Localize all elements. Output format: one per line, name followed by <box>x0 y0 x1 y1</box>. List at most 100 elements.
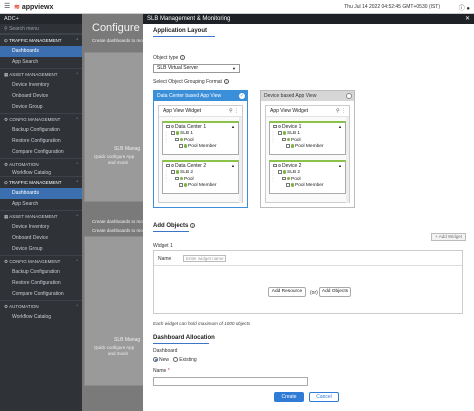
checkbox <box>278 170 282 174</box>
widget-preview-header: App View Widget ⚲ ⋮ <box>266 106 349 117</box>
status-dot <box>179 137 183 142</box>
widget-preview-header: App View Widget ⚲ ⋮ <box>159 106 242 117</box>
tree: SLB 2 Pool Pool Member <box>163 170 238 190</box>
section-dashboard-allocation: Dashboard Allocation <box>153 335 215 341</box>
scrollbar <box>346 117 349 203</box>
tree-node-label: SLB 2 <box>287 170 301 176</box>
sidebar-item-restore-config[interactable]: Restore Configuration <box>0 136 82 147</box>
sidebar-item-onboard-device[interactable]: Onboard Device <box>0 91 82 102</box>
group-header: Data Center 1 ▲ <box>163 123 238 131</box>
info-icon[interactable]: i <box>223 79 229 85</box>
top-bar: ☰ ≋ appviewx Thu Jul 14 2022 04:52:45 GM… <box>0 0 474 14</box>
sidebar-item-device-group-dup[interactable]: Device Group <box>0 244 82 255</box>
dashboard-radio-group: New Existing <box>153 357 197 363</box>
user-icon[interactable]: ● <box>466 6 470 12</box>
object-type-select[interactable]: SLB Virtual Server ▼ <box>153 64 240 73</box>
status-dot <box>175 131 179 135</box>
page-subtitle: Create dashboards to mo <box>92 38 143 43</box>
grouping-format-label: Select Object Grouping Format i <box>153 79 229 85</box>
section-label: AUTOMATION <box>9 304 39 309</box>
data-center-view-option[interactable]: Data Center based App View ✓ App View Wi… <box>153 90 248 208</box>
add-objects-button[interactable]: Add Objects <box>319 287 351 297</box>
sidebar-section-config-dup[interactable]: ⚙ CONFIG MANAGEMENT ˆ <box>0 255 82 267</box>
sidebar-item-workflow-catalog-dup[interactable]: Workflow Catalog <box>0 312 82 323</box>
status-dot <box>290 144 294 148</box>
card-title: SLB Manag <box>114 146 141 152</box>
sidebar-item-app-search[interactable]: App Search <box>0 57 82 68</box>
close-icon[interactable]: ✕ <box>465 14 470 24</box>
info-icon[interactable]: i <box>190 223 196 228</box>
radio-existing-label: Existing <box>179 357 197 363</box>
sidebar-section-asset-dup[interactable]: ▦ ASSET MANAGEMENT ˆ <box>0 210 82 222</box>
sidebar-section-traffic[interactable]: ⊙ TRAFFIC MANAGEMENT ˆ <box>0 34 82 46</box>
tree-node-label: SLB 2 <box>180 170 194 176</box>
section-label: ASSET MANAGEMENT <box>9 72 58 77</box>
widget-preview-icons: ⚲ ⋮ <box>229 106 239 117</box>
radio-new-label: New <box>159 357 170 363</box>
asset-icon: ▦ <box>4 72 9 77</box>
object-type-label: Object type i <box>153 55 186 61</box>
object-type-label-text: Object type <box>153 55 179 61</box>
group-header: Device 2 ▲ <box>270 162 345 170</box>
sidebar-section-config[interactable]: ⚙ CONFIG MANAGEMENT ˆ <box>0 113 82 125</box>
chevron-up-icon: ▲ <box>231 163 235 168</box>
chevron-up-icon: ▲ <box>338 124 342 129</box>
group-name: Data Center 1 <box>175 124 207 130</box>
sidebar-item-dashboards-dup[interactable]: Dashboards <box>0 188 82 199</box>
sidebar-item-dashboards[interactable]: Dashboards <box>0 46 82 57</box>
checkbox <box>175 176 179 181</box>
sidebar-section-automation-dup[interactable]: ⚙ AUTOMATION ˆ <box>0 300 82 312</box>
required-marker: * <box>167 368 170 374</box>
dashboard-label: Dashboard <box>153 348 178 354</box>
tree-node-member: Pool Member <box>163 144 238 151</box>
add-resource-button[interactable]: Add Resource <box>268 287 306 297</box>
checkbox <box>273 124 277 129</box>
radio-selected-icon <box>153 357 158 363</box>
device-view-option[interactable]: Device based App View App View Widget ⚲ … <box>260 90 355 208</box>
sidebar-item-device-inventory-dup[interactable]: Device Inventory <box>0 222 82 233</box>
section-label: CONFIG MANAGEMENT <box>9 117 61 122</box>
section-application-layout: Application Layout <box>153 28 207 34</box>
dashboard-name-label: Name * <box>153 368 170 374</box>
radio-existing[interactable]: Existing <box>173 357 197 363</box>
checkbox <box>175 137 179 142</box>
help-icon[interactable]: ⓘ <box>459 6 465 12</box>
sidebar-item-app-search-dup[interactable]: App Search <box>0 199 82 210</box>
grouping-format-label-text: Select Object Grouping Format <box>153 79 222 85</box>
status-dot <box>282 131 286 135</box>
section-label: ASSET MANAGEMENT <box>9 214 58 219</box>
info-icon[interactable]: i <box>180 55 186 61</box>
sidebar-item-onboard-device-dup[interactable]: Onboard Device <box>0 233 82 244</box>
sidebar-item-backup-config[interactable]: Backup Configuration <box>0 125 82 136</box>
widget-preview: App View Widget ⚲ ⋮ ⋮ ⋮ ⋮ Data Center 1 ▲ S… <box>158 105 243 203</box>
radio-new[interactable]: New <box>153 357 169 363</box>
create-button[interactable]: Create <box>274 392 304 402</box>
tree-node-label: SLB 1 <box>180 131 194 137</box>
sidebar-section-automation[interactable]: ⚙ AUTOMATION ˆ <box>0 158 82 170</box>
sidebar-item-device-inventory[interactable]: Device Inventory <box>0 80 82 91</box>
chevron-up-icon: ˆ <box>76 117 79 122</box>
section-label: TRAFFIC MANAGEMENT <box>8 180 62 185</box>
dashboard-name-input[interactable] <box>153 377 308 386</box>
sidebar-item-restore-config-dup[interactable]: Restore Configuration <box>0 278 82 289</box>
add-widget-button[interactable]: + Add Widget <box>431 233 466 241</box>
menu-icon[interactable]: ☰ <box>4 3 10 10</box>
sidebar-item-compare-config-dup[interactable]: Compare Configuration <box>0 289 82 300</box>
sidebar-item-backup-config-dup[interactable]: Backup Configuration <box>0 267 82 278</box>
sidebar-search[interactable]: ⚲ Search menu <box>0 24 82 34</box>
chevron-down-icon: ▼ <box>232 66 236 71</box>
checkbox <box>286 144 290 148</box>
widget-name-input[interactable]: Enter widget name <box>183 255 226 262</box>
chevron-up-icon: ▲ <box>338 163 342 168</box>
sidebar-section-traffic-dup[interactable]: ⊙ TRAFFIC MANAGEMENT ˆ <box>0 176 82 188</box>
config-icon: ⚙ <box>4 259 9 264</box>
sidebar-section-asset[interactable]: ▦ ASSET MANAGEMENT ˆ <box>0 68 82 80</box>
user-menu[interactable]: ⓘ ● <box>459 3 470 12</box>
group-card: ⋮ ⋮ ⋮ Device 1 ▲ SLB 1 Pool Pool Member <box>269 121 346 155</box>
cancel-button[interactable]: Cancel <box>309 392 339 402</box>
sidebar-item-compare-config[interactable]: Compare Configuration <box>0 147 82 158</box>
search-icon: ⚲ <box>335 108 340 114</box>
tree-node-label: Pool Member <box>295 183 324 189</box>
tree-node-member: Pool Member <box>270 144 345 151</box>
sidebar-item-device-group[interactable]: Device Group <box>0 102 82 113</box>
